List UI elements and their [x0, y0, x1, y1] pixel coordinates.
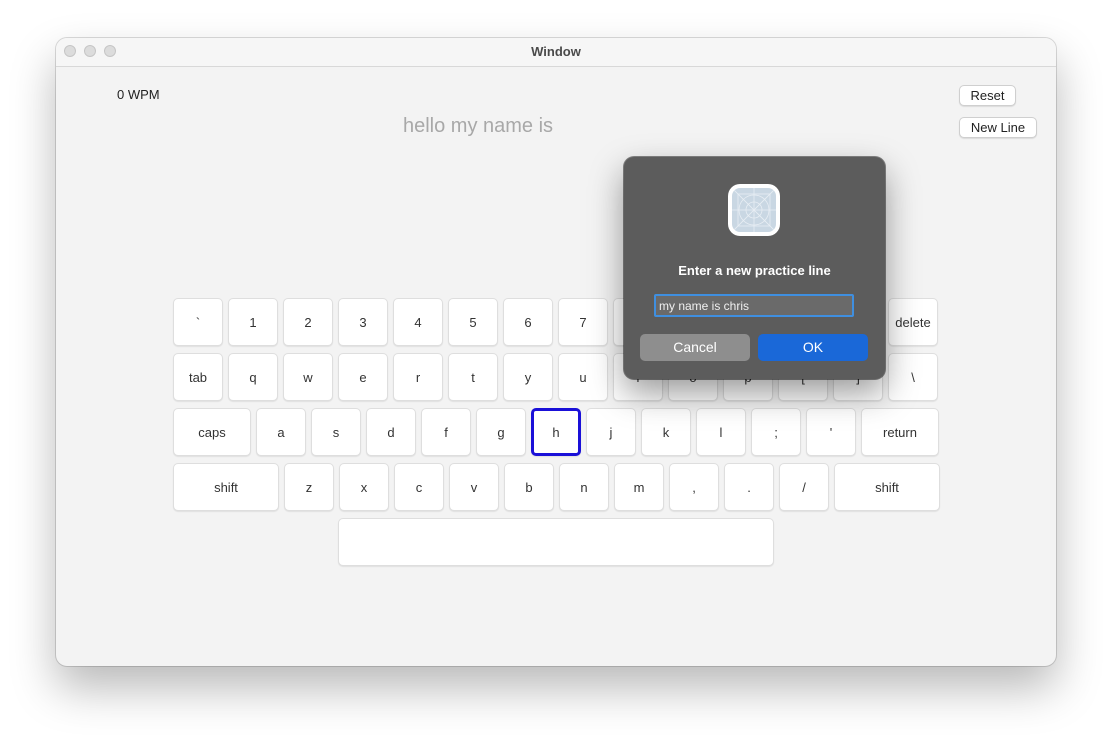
key-e[interactable]: e [338, 353, 388, 401]
key-b[interactable]: b [504, 463, 554, 511]
key-t[interactable]: t [448, 353, 498, 401]
key-c[interactable]: c [394, 463, 444, 511]
title-bar: Window [56, 38, 1056, 67]
new-line-button[interactable]: New Line [959, 117, 1037, 138]
key-a[interactable]: a [256, 408, 306, 456]
key-r[interactable]: r [393, 353, 443, 401]
key-space[interactable] [338, 518, 774, 566]
window-title: Window [531, 44, 581, 59]
key-5[interactable]: 5 [448, 298, 498, 346]
key-return[interactable]: return [861, 408, 939, 456]
new-line-dialog: Enter a new practice line Cancel OK [624, 157, 885, 379]
dialog-message: Enter a new practice line [678, 263, 831, 278]
key-3[interactable]: 3 [338, 298, 388, 346]
key-h[interactable]: h [531, 408, 581, 456]
key-j[interactable]: j [586, 408, 636, 456]
key-delete[interactable]: delete [888, 298, 938, 346]
reset-button[interactable]: Reset [959, 85, 1016, 106]
key-k[interactable]: k [641, 408, 691, 456]
key-y[interactable]: y [503, 353, 553, 401]
app-window: Window 0 WPM hello my name is Reset New … [56, 38, 1056, 666]
key-g[interactable]: g [476, 408, 526, 456]
key-backtick[interactable]: ` [173, 298, 223, 346]
key-z[interactable]: z [284, 463, 334, 511]
key-period[interactable]: . [724, 463, 774, 511]
key-f[interactable]: f [421, 408, 471, 456]
key-comma[interactable]: , [669, 463, 719, 511]
key-n[interactable]: n [559, 463, 609, 511]
ok-button[interactable]: OK [758, 334, 868, 361]
key-shift[interactable]: shift [834, 463, 940, 511]
key-caps[interactable]: caps [173, 408, 251, 456]
key-m[interactable]: m [614, 463, 664, 511]
key-slash[interactable]: / [779, 463, 829, 511]
key-d[interactable]: d [366, 408, 416, 456]
key-q[interactable]: q [228, 353, 278, 401]
key-w[interactable]: w [283, 353, 333, 401]
key-semicolon[interactable]: ; [751, 408, 801, 456]
wpm-counter: 0 WPM [117, 87, 160, 102]
key-7[interactable]: 7 [558, 298, 608, 346]
key-tab[interactable]: tab [173, 353, 223, 401]
practice-target-text: hello my name is [402, 115, 554, 137]
practice-line-input[interactable] [654, 294, 854, 317]
key-6[interactable]: 6 [503, 298, 553, 346]
key-l[interactable]: l [696, 408, 746, 456]
key-shift[interactable]: shift [173, 463, 279, 511]
app-icon [728, 184, 780, 236]
cancel-button[interactable]: Cancel [640, 334, 750, 361]
key-4[interactable]: 4 [393, 298, 443, 346]
key-u[interactable]: u [558, 353, 608, 401]
key-quote[interactable]: ' [806, 408, 856, 456]
key-v[interactable]: v [449, 463, 499, 511]
key-x[interactable]: x [339, 463, 389, 511]
key-s[interactable]: s [311, 408, 361, 456]
key-backslash[interactable]: \ [888, 353, 938, 401]
key-1[interactable]: 1 [228, 298, 278, 346]
key-2[interactable]: 2 [283, 298, 333, 346]
